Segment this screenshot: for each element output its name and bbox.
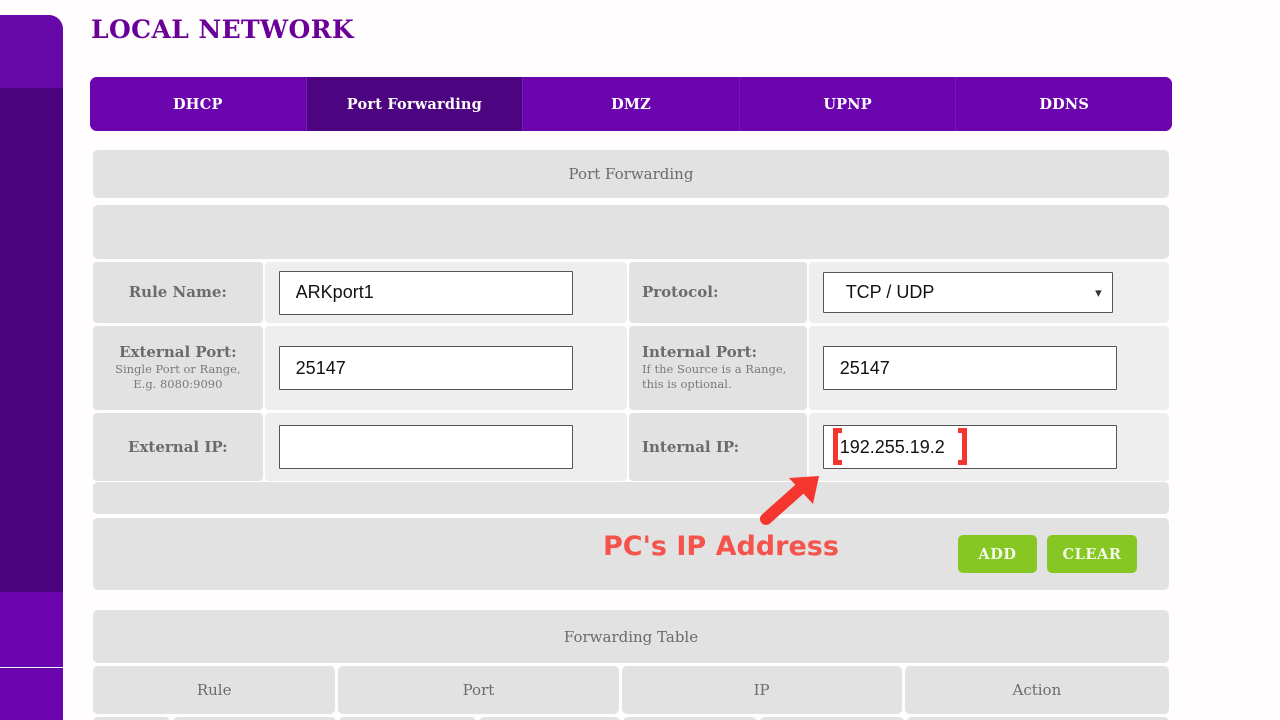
column-header-ip: IP <box>621 666 902 714</box>
clear-button[interactable]: CLEAR <box>1047 535 1137 573</box>
column-label: IP <box>753 681 770 699</box>
tab-label: UPNP <box>823 95 872 113</box>
sidebar <box>0 0 63 720</box>
tab-dmz[interactable]: DMZ <box>523 77 740 131</box>
annotation-bracket-left <box>833 428 842 465</box>
sidebar-segment-4[interactable] <box>0 668 63 720</box>
panel-header-label: Port Forwarding <box>568 165 694 183</box>
rule-name-field-cell <box>264 262 627 323</box>
forwarding-table-header-label: Forwarding Table <box>563 627 699 646</box>
internal-port-input[interactable] <box>822 346 1117 390</box>
external-ip-field-cell <box>264 413 627 481</box>
column-label: Action <box>1012 681 1062 699</box>
form-spacer-band <box>93 482 1169 514</box>
add-button-label: ADD <box>978 545 1017 563</box>
internal-port-hint-1: If the Source is a Range, <box>642 362 787 377</box>
tab-port-forwarding[interactable]: Port Forwarding <box>306 77 524 131</box>
tab-dhcp[interactable]: DHCP <box>90 77 307 131</box>
internal-ip-field-cell <box>808 413 1170 481</box>
tab-upnp[interactable]: UPNP <box>739 77 957 131</box>
column-header-action: Action <box>904 666 1169 714</box>
sidebar-segment-1[interactable] <box>0 15 63 88</box>
local-network-page: LOCAL NETWORK DHCP Port Forwarding DMZ U… <box>0 0 1280 720</box>
forwarding-table-header: Forwarding Table <box>93 610 1169 663</box>
internal-ip-label-cell: Internal IP: <box>629 413 807 481</box>
protocol-label: Protocol: <box>642 283 719 302</box>
internal-ip-label: Internal IP: <box>642 437 740 456</box>
external-port-hint-1: Single Port or Range, <box>115 362 241 377</box>
external-ip-label: External IP: <box>128 437 228 456</box>
panel-header: Port Forwarding <box>93 150 1169 198</box>
protocol-label-cell: Protocol: <box>629 262 807 323</box>
internal-port-label-cell: Internal Port: If the Source is a Range,… <box>629 326 807 410</box>
external-port-label-cell: External Port: Single Port or Range, E.g… <box>93 326 263 410</box>
form-row-ports: External Port: Single Port or Range, E.g… <box>93 326 1170 410</box>
external-port-hint-2: E.g. 8080:9090 <box>133 377 223 392</box>
external-port-input[interactable] <box>278 346 573 390</box>
annotation-arrow-up-right-icon <box>760 476 819 525</box>
annotation-label: PC's IP Address <box>603 531 839 562</box>
column-header-rule: Rule <box>93 666 336 714</box>
form-row-rule-protocol: Rule Name: Protocol: TCP / UDP ▾ <box>93 262 1170 323</box>
forwarding-table-columns: Rule Port IP Action <box>93 666 1169 714</box>
rule-name-label: Rule Name: <box>128 283 227 302</box>
protocol-field-cell: TCP / UDP ▾ <box>808 262 1170 323</box>
external-port-label: External Port: <box>119 343 237 362</box>
annotation-bracket-right <box>958 428 967 465</box>
external-ip-input[interactable] <box>278 425 573 469</box>
add-button[interactable]: ADD <box>958 535 1037 573</box>
tab-label: DDNS <box>1039 95 1090 113</box>
internal-port-field-cell <box>808 326 1170 410</box>
column-header-port: Port <box>338 666 619 714</box>
tab-label: DHCP <box>173 95 223 113</box>
external-ip-label-cell: External IP: <box>93 413 263 481</box>
tab-bar: DHCP Port Forwarding DMZ UPNP DDNS <box>90 77 1172 131</box>
tab-ddns[interactable]: DDNS <box>956 77 1172 131</box>
internal-port-label: Internal Port: <box>642 343 758 362</box>
sidebar-segment-3[interactable] <box>0 592 63 667</box>
protocol-selected-value: TCP / UDP <box>845 282 935 302</box>
panel-spacer-band <box>93 205 1169 259</box>
sidebar-segment-2[interactable] <box>0 88 63 592</box>
tab-label: DMZ <box>611 95 651 113</box>
rule-name-label-cell: Rule Name: <box>93 262 263 323</box>
column-label: Rule <box>196 681 232 699</box>
clear-button-label: CLEAR <box>1062 545 1122 563</box>
page-title: LOCAL NETWORK <box>91 15 355 44</box>
tab-label: Port Forwarding <box>346 95 482 113</box>
chevron-down-icon: ▾ <box>1095 284 1102 300</box>
rule-name-input[interactable] <box>278 270 573 315</box>
internal-ip-input[interactable] <box>822 425 1117 469</box>
main-content: LOCAL NETWORK DHCP Port Forwarding DMZ U… <box>63 0 1280 720</box>
form-row-ips: External IP: Internal IP: <box>93 413 1170 481</box>
internal-port-hint-2: this is optional. <box>642 377 732 392</box>
external-port-field-cell <box>264 326 627 410</box>
protocol-select[interactable]: TCP / UDP ▾ <box>822 272 1113 313</box>
column-label: Port <box>462 681 495 699</box>
